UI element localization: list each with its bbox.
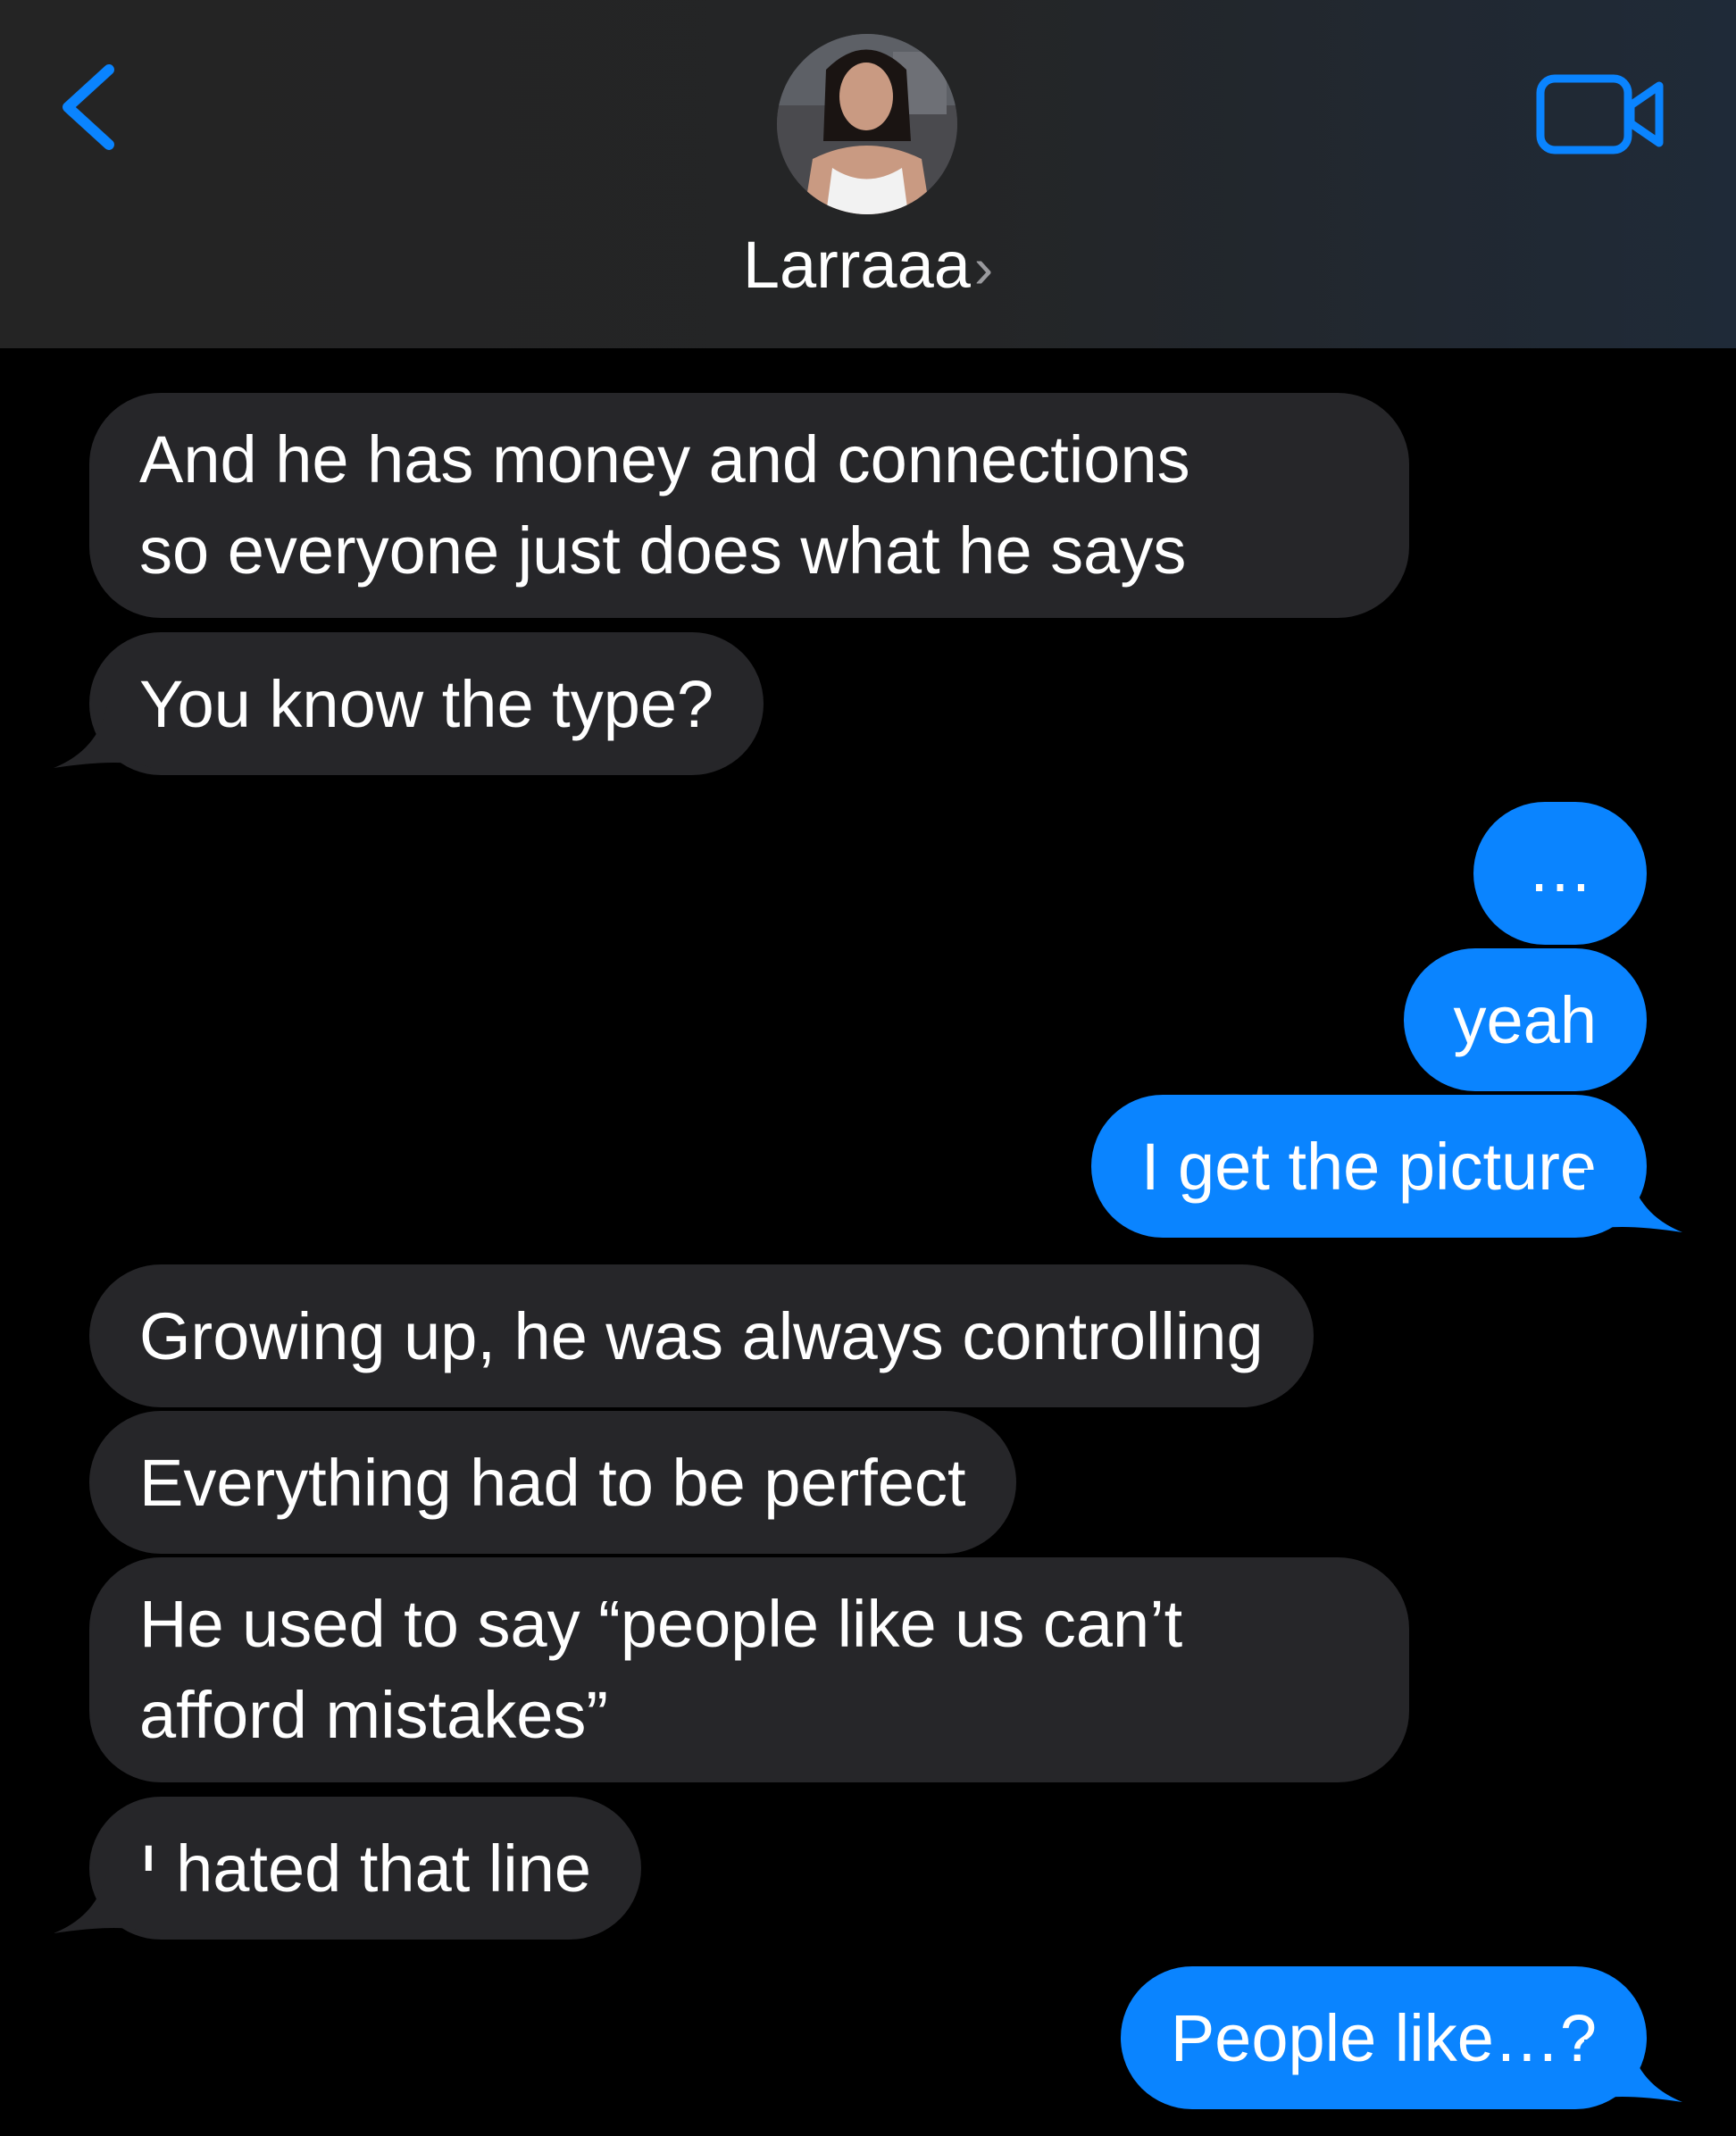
message-bubble-outgoing[interactable]: … xyxy=(1473,802,1647,945)
bubble-tail-outgoing xyxy=(1575,2040,1682,2111)
back-button[interactable] xyxy=(54,54,134,161)
facetime-video-button[interactable] xyxy=(1534,70,1668,159)
message-text-line: He used to say “people like us can’t xyxy=(139,1587,1183,1661)
avatar-photo xyxy=(777,34,957,214)
message-text-line: … xyxy=(1527,831,1593,905)
message-text-line: Growing up, he was always controlling xyxy=(139,1299,1264,1373)
message-bubble-incoming[interactable]: Growing up, he was always controlling xyxy=(89,1264,1314,1407)
message-bubble-incoming[interactable]: He used to say “people like us can’t aff… xyxy=(89,1557,1409,1782)
contact-name: Larraaa xyxy=(742,228,971,302)
message-text-line: yeah xyxy=(1453,983,1597,1057)
message-bubble-outgoing[interactable]: I get the picture xyxy=(1090,1095,1647,1238)
message-text-line: You know the type? xyxy=(139,667,714,741)
contact-name-button[interactable]: Larraaa› xyxy=(0,225,1736,308)
message-text-line: I get the picture xyxy=(1140,1130,1597,1204)
chevron-left-icon xyxy=(63,64,114,150)
message-text-line: And he has money and connections xyxy=(139,422,1190,496)
bubble-tail-incoming xyxy=(54,705,161,777)
message-text-line: afford mistakes” xyxy=(139,1678,609,1752)
conversation-header: Larraaa› xyxy=(0,0,1736,348)
message-text-line: so everyone just does what he says xyxy=(139,513,1187,588)
message-bubble-incoming[interactable]: And he has money and connections so ever… xyxy=(89,393,1409,618)
bubble-tail-outgoing xyxy=(1575,1170,1682,1241)
message-bubble-outgoing[interactable]: yeah xyxy=(1403,948,1647,1091)
message-text-line: People like…? xyxy=(1170,2001,1597,2075)
bubble-tail-incoming xyxy=(54,1871,161,1942)
chevron-right-icon: › xyxy=(973,236,994,300)
message-bubble-incoming[interactable]: Everything had to be perfect xyxy=(89,1411,1016,1554)
message-bubble-outgoing[interactable]: People like…? xyxy=(1120,1966,1647,2109)
message-bubble-incoming[interactable]: You know the type? xyxy=(89,632,764,775)
contact-avatar[interactable] xyxy=(777,34,957,214)
message-bubble-incoming[interactable]: I hated that line xyxy=(89,1797,642,1940)
message-text-line: I hated that line xyxy=(139,1831,592,1906)
video-camera-icon xyxy=(1536,74,1664,154)
message-text-line: Everything had to be perfect xyxy=(139,1446,966,1520)
